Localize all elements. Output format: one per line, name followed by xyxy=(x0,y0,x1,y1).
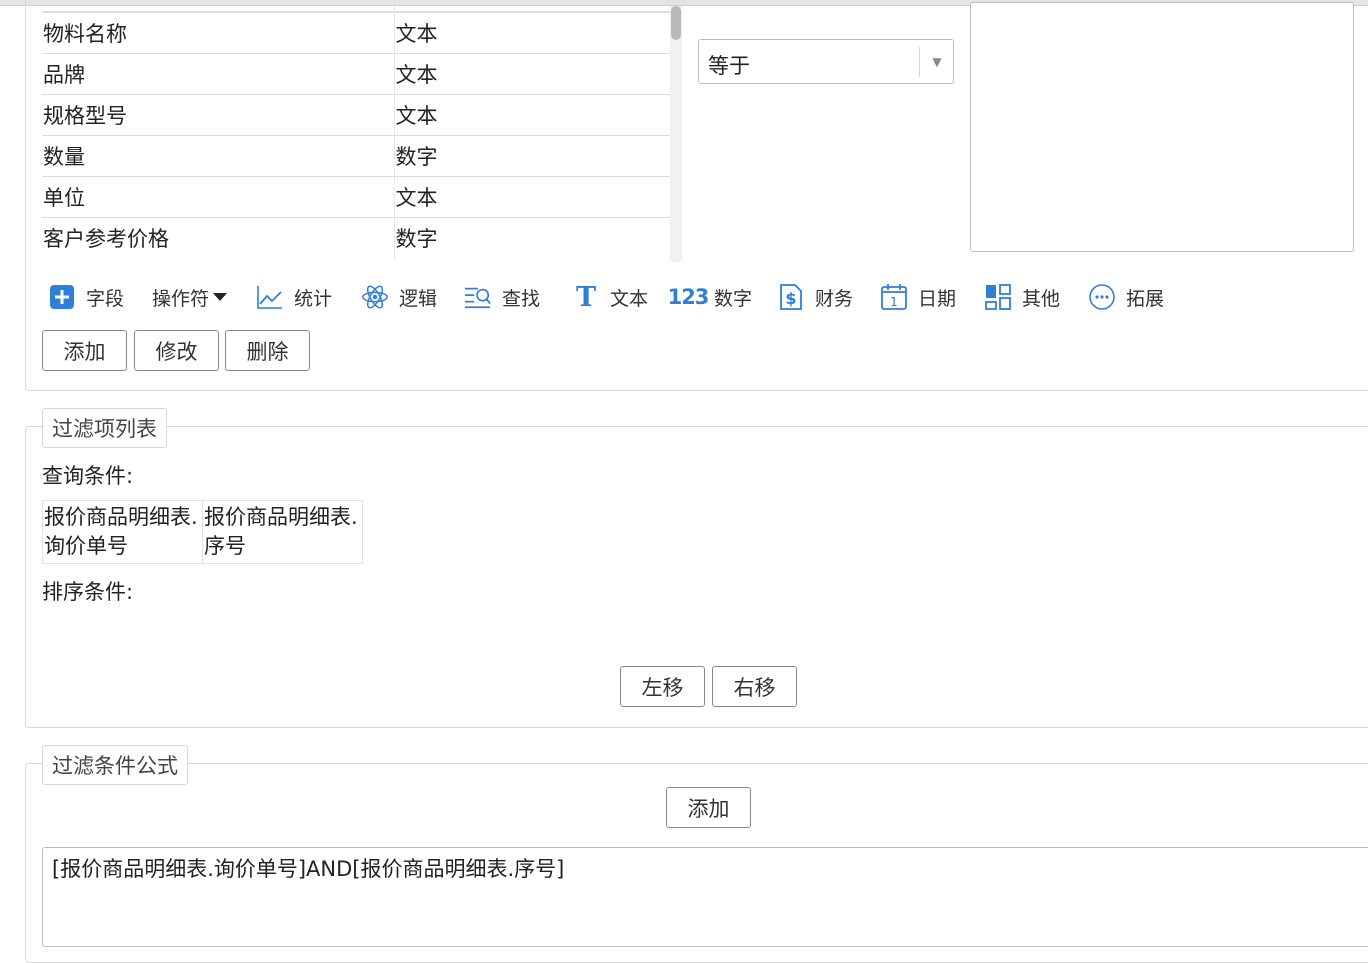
table-row[interactable]: 品牌 文本 xyxy=(42,53,670,95)
toolbar-lookup[interactable]: 查找 xyxy=(464,282,540,312)
toolbar-fields[interactable]: 字段 xyxy=(48,282,124,312)
table-row[interactable]: 物料名称 文本 xyxy=(42,12,670,54)
caret-down-icon xyxy=(212,286,228,308)
table-row[interactable]: 客户参考价格 数字 xyxy=(42,217,670,259)
toolbar-label: 统计 xyxy=(294,287,333,310)
svg-text:1: 1 xyxy=(890,295,898,309)
formula-add-button[interactable]: 添加 xyxy=(666,787,751,828)
query-conditions-label: 查询条件: xyxy=(42,464,134,488)
field-type: 文本 xyxy=(394,176,670,218)
field-table: 物料名称 文本 品牌 文本 规格型号 文本 数量 数字 单位 文本 客户参考价格… xyxy=(42,12,670,259)
toolbar-operators[interactable]: 操作符 xyxy=(152,282,228,312)
toolbar-label: 操作符 xyxy=(152,287,210,310)
toolbar-text[interactable]: T 文本 xyxy=(572,281,649,313)
plus-square-icon xyxy=(48,283,76,311)
sort-conditions-label: 排序条件: xyxy=(42,580,134,604)
search-list-icon xyxy=(464,283,492,311)
move-right-button[interactable]: 右移 xyxy=(712,666,797,707)
grid-icon xyxy=(984,283,1012,311)
toolbar-label: 其他 xyxy=(1022,287,1061,310)
filter-list-legend: 过滤项列表 xyxy=(42,408,167,448)
toolbar-label: 数字 xyxy=(714,287,753,310)
toolbar-finance[interactable]: $ 财务 xyxy=(777,282,853,312)
add-button[interactable]: 添加 xyxy=(42,330,127,371)
line-chart-icon xyxy=(256,283,284,311)
more-circle-icon xyxy=(1088,283,1116,311)
field-type: 数字 xyxy=(394,217,670,259)
move-left-button[interactable]: 左移 xyxy=(620,666,705,707)
field-table-viewport[interactable]: 物料名称 文本 品牌 文本 规格型号 文本 数量 数字 单位 文本 客户参考价格… xyxy=(42,6,682,262)
toolbar-number[interactable]: 123 数字 xyxy=(667,282,753,312)
calendar-icon: 1 xyxy=(880,283,908,311)
toolbar-extend[interactable]: 拓展 xyxy=(1088,282,1164,312)
field-name: 品牌 xyxy=(42,53,395,95)
field-name: 单位 xyxy=(42,176,395,218)
text-t-icon: T xyxy=(575,281,597,313)
operator-select-value: 等于 xyxy=(708,54,750,78)
field-table-scrollbar[interactable] xyxy=(670,6,682,262)
operator-select[interactable]: 等于 ▼ xyxy=(698,39,954,84)
toolbar-other[interactable]: 其他 xyxy=(984,282,1060,312)
table-row: 报价商品明细表.询价单号 报价商品明细表.序号 xyxy=(42,500,363,564)
field-name: 客户参考价格 xyxy=(42,217,395,259)
toolbar-label: 逻辑 xyxy=(399,287,438,310)
toolbar-statistics[interactable]: 统计 xyxy=(256,282,332,312)
field-name: 数量 xyxy=(42,135,395,177)
scrollbar-thumb[interactable] xyxy=(671,6,681,40)
field-name: 物料名称 xyxy=(42,12,395,54)
query-condition-item[interactable]: 报价商品明细表.询价单号 xyxy=(42,500,203,564)
atom-icon xyxy=(361,283,389,311)
query-conditions-table: 报价商品明细表.询价单号 报价商品明细表.序号 xyxy=(42,500,363,564)
delete-button[interactable]: 删除 xyxy=(225,330,310,371)
number-123-icon: 123 xyxy=(667,285,710,309)
edit-button[interactable]: 修改 xyxy=(134,330,219,371)
query-condition-item[interactable]: 报价商品明细表.序号 xyxy=(202,500,363,564)
table-row[interactable]: 规格型号 文本 xyxy=(42,94,670,136)
value-textarea[interactable] xyxy=(970,2,1354,252)
toolbar-label: 字段 xyxy=(86,287,125,310)
filter-formula-legend: 过滤条件公式 xyxy=(42,745,188,785)
field-type: 文本 xyxy=(394,53,670,95)
select-divider xyxy=(919,47,920,77)
toolbar-label: 文本 xyxy=(610,287,649,310)
field-type: 文本 xyxy=(394,94,670,136)
toolbar-label: 财务 xyxy=(815,287,854,310)
chevron-down-icon[interactable]: ▼ xyxy=(927,50,947,74)
field-type: 数字 xyxy=(394,135,670,177)
dollar-icon: $ xyxy=(777,283,805,311)
toolbar-date[interactable]: 1 日期 xyxy=(880,282,956,312)
toolbar-label: 查找 xyxy=(502,287,541,310)
svg-text:$: $ xyxy=(785,289,796,308)
table-row[interactable]: 单位 文本 xyxy=(42,176,670,218)
toolbar-label: 日期 xyxy=(918,287,957,310)
table-row[interactable]: 数量 数字 xyxy=(42,135,670,177)
field-name: 规格型号 xyxy=(42,94,395,136)
formula-textarea[interactable]: [报价商品明细表.询价单号]AND[报价商品明细表.序号] xyxy=(42,847,1368,947)
field-type: 文本 xyxy=(394,12,670,54)
toolbar-label: 拓展 xyxy=(1126,287,1165,310)
toolbar-logic[interactable]: 逻辑 xyxy=(361,282,437,312)
